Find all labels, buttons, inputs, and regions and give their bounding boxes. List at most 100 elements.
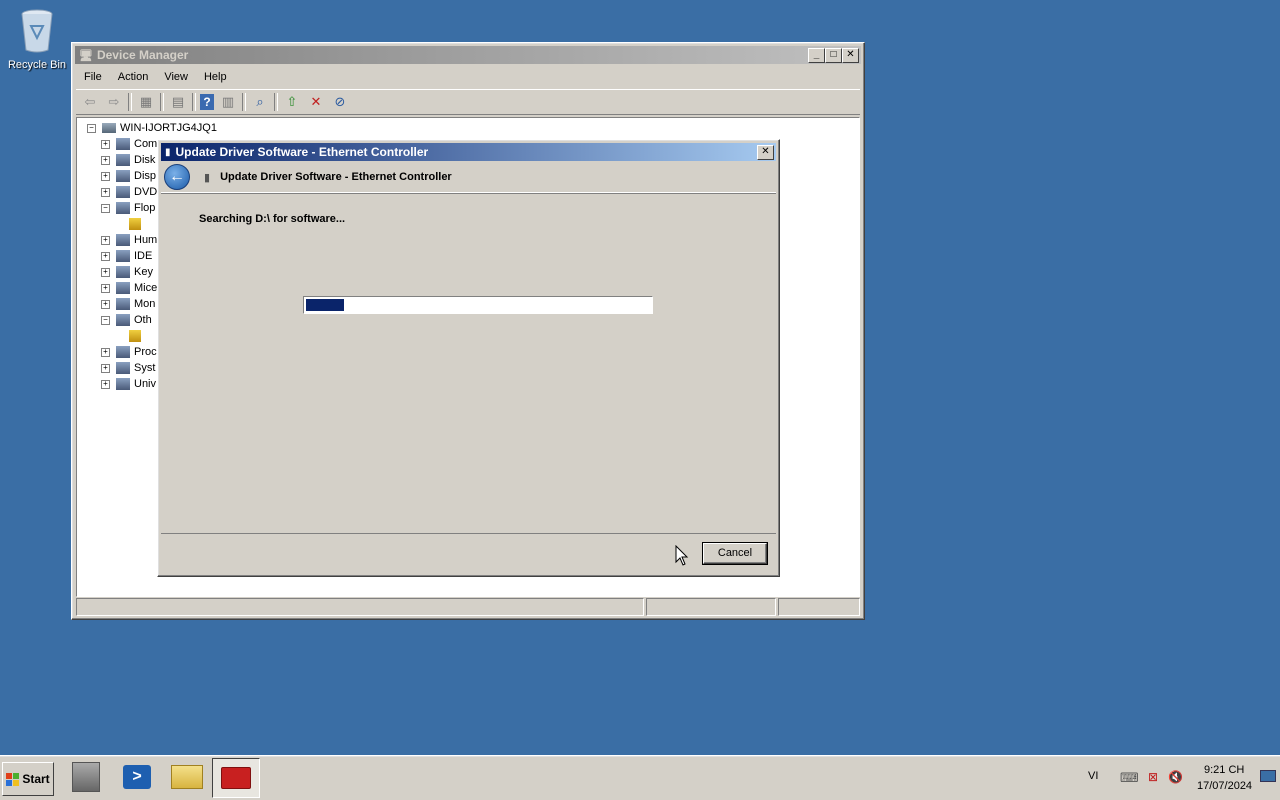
cancel-button[interactable]: Cancel (702, 542, 768, 565)
language-indicator[interactable]: VI (1088, 770, 1098, 782)
tree-item[interactable] (129, 328, 145, 344)
dialog-heading: Update Driver Software - Ethernet Contro… (220, 171, 452, 183)
expand-icon[interactable]: + (101, 283, 110, 293)
expand-icon[interactable]: + (101, 235, 110, 245)
disable-icon[interactable]: ⊘ (330, 93, 350, 111)
powershell-icon: > (123, 765, 151, 789)
collapse-icon[interactable]: − (101, 315, 110, 325)
device-category-icon (116, 298, 130, 310)
tree-item[interactable]: + Univ (101, 376, 156, 392)
device-manager-icon: 🖥 (79, 49, 93, 62)
tree-item-label: Oth (134, 314, 152, 326)
maximize-button[interactable]: □ (825, 48, 842, 63)
device-category-icon (116, 234, 130, 246)
minimize-button[interactable]: _ (808, 48, 825, 63)
dialog-title-icon: ▮ (165, 146, 171, 158)
menu-file[interactable]: File (76, 71, 110, 83)
expand-icon[interactable]: + (101, 299, 110, 309)
taskbar-device-manager[interactable] (212, 758, 260, 798)
warning-device-icon (129, 218, 141, 230)
status-bar (76, 598, 860, 616)
properties-icon[interactable]: ▤ (168, 93, 188, 111)
back-button[interactable]: ← (164, 164, 190, 190)
tree-item[interactable]: + Mice (101, 280, 157, 296)
tree-item[interactable]: + IDE (101, 248, 152, 264)
menu-help[interactable]: Help (196, 71, 235, 83)
device-category-icon (116, 346, 130, 358)
tree-root[interactable]: − WIN-IJORTJG4JQ1 (87, 120, 217, 136)
tree-item-label: Hum (134, 234, 158, 246)
tree-item[interactable]: + Disp (101, 168, 156, 184)
tree-item[interactable]: + DVD (101, 184, 157, 200)
clock-time[interactable]: 9:21 CH (1204, 764, 1244, 776)
network-error-icon[interactable]: ⊠ (1148, 770, 1158, 784)
tree-item[interactable]: + Key (101, 264, 153, 280)
device-manager-titlebar[interactable]: 🖥 Device Manager _ □ ✕ (75, 46, 861, 64)
search-progress-bar (303, 296, 653, 314)
view-icon[interactable]: ▥ (218, 93, 238, 111)
warning-device-icon (129, 330, 141, 342)
status-pane-2 (646, 598, 776, 616)
tree-item[interactable]: + Disk (101, 152, 155, 168)
tree-item[interactable] (129, 216, 145, 232)
volume-muted-icon[interactable]: 🔇 (1168, 770, 1183, 784)
show-hide-tree-icon[interactable]: ▦ (136, 93, 156, 111)
tree-item[interactable]: − Flop (101, 200, 155, 216)
expand-icon[interactable]: + (101, 155, 110, 165)
tree-item[interactable]: + Mon (101, 296, 155, 312)
tree-item-label: Proc (134, 346, 157, 358)
expand-icon[interactable]: + (101, 139, 110, 149)
dialog-title: Update Driver Software - Ethernet Contro… (175, 145, 429, 159)
taskbar-powershell[interactable]: > (114, 758, 160, 796)
taskbar-explorer[interactable] (164, 758, 210, 796)
windows-logo-icon (6, 772, 20, 786)
menu-view[interactable]: View (156, 71, 196, 83)
update-driver-dialog: ▮ Update Driver Software - Ethernet Cont… (157, 139, 780, 577)
dialog-close-button[interactable]: ✕ (757, 145, 774, 160)
tree-item[interactable]: − Oth (101, 312, 152, 328)
collapse-icon[interactable]: − (87, 123, 96, 133)
tree-item-label: Mon (134, 298, 156, 310)
tree-item-label: Mice (134, 282, 158, 294)
tree-item-label: Disp (134, 170, 157, 182)
forward-arrow-icon[interactable]: ⇨ (104, 93, 124, 111)
toolbar-separator (274, 93, 278, 111)
help-icon[interactable]: ? (200, 94, 214, 110)
show-desktop-icon[interactable] (1260, 770, 1276, 782)
expand-icon[interactable]: + (101, 379, 110, 389)
menu-action[interactable]: Action (110, 71, 157, 83)
tree-item-label: DVD (134, 186, 158, 198)
dialog-titlebar[interactable]: ▮ Update Driver Software - Ethernet Cont… (161, 143, 776, 161)
expand-icon[interactable]: + (101, 171, 110, 181)
back-arrow-icon[interactable]: ⇦ (80, 93, 100, 111)
device-manager-title: Device Manager (96, 48, 189, 62)
collapse-icon[interactable]: − (101, 203, 110, 213)
keyboard-icon[interactable]: ⌨ (1120, 770, 1139, 786)
toolbar-separator (242, 93, 246, 111)
tree-item[interactable]: + Com (101, 136, 157, 152)
scan-hardware-icon[interactable]: ⌕ (250, 93, 270, 111)
expand-icon[interactable]: + (101, 251, 110, 261)
toolbar-separator (192, 93, 196, 111)
update-driver-icon[interactable]: ⇧ (282, 93, 302, 111)
taskbar-server-manager[interactable] (63, 758, 109, 796)
start-label: Start (22, 772, 50, 786)
close-button[interactable]: ✕ (842, 48, 859, 63)
tree-item[interactable]: + Proc (101, 344, 157, 360)
expand-icon[interactable]: + (101, 187, 110, 197)
search-status-text: Searching D:\ for software... (199, 213, 346, 225)
tree-item-label: IDE (134, 250, 153, 262)
expand-icon[interactable]: + (101, 347, 110, 357)
device-category-icon (116, 170, 130, 182)
tree-item[interactable]: + Hum (101, 232, 157, 248)
toolbar: ⇦ ⇨ ▦ ▤ ? ▥ ⌕ ⇧ ✕ ⊘ (76, 89, 860, 115)
expand-icon[interactable]: + (101, 267, 110, 277)
tree-item-label: Syst (134, 362, 156, 374)
uninstall-icon[interactable]: ✕ (306, 93, 326, 111)
device-icon: ▮ (204, 171, 211, 184)
tree-item[interactable]: + Syst (101, 360, 155, 376)
expand-icon[interactable]: + (101, 363, 110, 373)
clock-date[interactable]: 17/07/2024 (1197, 780, 1252, 792)
start-button[interactable]: Start (2, 762, 54, 796)
recycle-bin[interactable]: Recycle Bin (4, 6, 70, 71)
